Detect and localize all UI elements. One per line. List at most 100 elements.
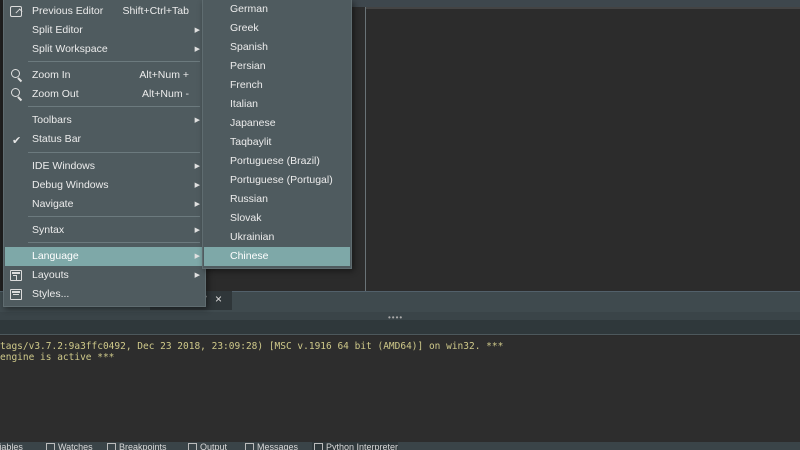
shell-line: engine is active ***: [0, 352, 115, 363]
menu-item-label: Language: [32, 250, 79, 262]
menu-item-label: Debug Windows: [32, 179, 109, 191]
menu-item-zoom-out[interactable]: Zoom Out Alt+Num -: [5, 85, 204, 104]
menu-item-label: IDE Windows: [32, 160, 96, 172]
menu-item-label: Greek: [230, 22, 259, 34]
menu-item-label: Chinese: [230, 250, 269, 262]
menu-item-label: French: [230, 79, 263, 91]
tab-label: Breakpoints: [119, 442, 167, 450]
language-item-portuguese-brazil[interactable]: Portuguese (Brazil): [204, 152, 350, 171]
shell-toolbar: [0, 320, 800, 335]
language-submenu: German Greek Spanish Persian French Ital…: [202, 0, 352, 269]
menu-item-label: Layouts: [32, 269, 69, 281]
menu-item-debug-windows[interactable]: Debug Windows ▶: [5, 176, 204, 195]
tab-python-interpreter[interactable]: Python Interpreter: [312, 442, 399, 450]
language-item-portuguese-portugal[interactable]: Portuguese (Portugal): [204, 171, 350, 190]
menu-item-label: Ukrainian: [230, 231, 275, 243]
language-item-italian[interactable]: Italian: [204, 95, 350, 114]
language-item-french[interactable]: French: [204, 76, 350, 95]
language-item-german[interactable]: German: [204, 0, 350, 19]
editor-area[interactable]: [350, 7, 800, 292]
menu-item-label: Japanese: [230, 117, 276, 129]
output-icon: [188, 443, 197, 450]
menu-item-label: Zoom Out: [32, 88, 79, 100]
previous-editor-icon: [10, 5, 23, 18]
python-shell[interactable]: tags/v3.7.2:9a3ffc0492, Dec 23 2018, 23:…: [0, 336, 800, 442]
menu-item-label: Toolbars: [32, 114, 72, 126]
bottom-tab-bar: Variables Watches Breakpoints Output Mes…: [0, 442, 800, 450]
menu-item-label: Split Editor: [32, 24, 83, 36]
menu-item-navigate[interactable]: Navigate ▶: [5, 195, 204, 214]
tab-messages[interactable]: Messages: [243, 442, 298, 450]
menu-item-label: Persian: [230, 60, 266, 72]
menu-item-label: Zoom In: [32, 69, 71, 81]
menu-item-layouts[interactable]: Layouts ▶: [5, 266, 204, 285]
menu-item-syntax[interactable]: Syntax ▶: [5, 221, 204, 240]
language-item-spanish[interactable]: Spanish: [204, 38, 350, 57]
menu-item-label: German: [230, 3, 268, 15]
menu-item-split-editor[interactable]: Split Editor ▶: [5, 21, 204, 40]
menu-item-shortcut: Shift+Ctrl+Tab: [122, 5, 189, 17]
menu-item-label: Portuguese (Portugal): [230, 174, 333, 186]
menu-item-label: Syntax: [32, 224, 65, 236]
menu-item-label: Status Bar: [32, 133, 82, 145]
menu-item-status-bar[interactable]: ✔ Status Bar: [5, 130, 204, 149]
editor-split-divider[interactable]: [365, 7, 366, 292]
submenu-arrow-icon: ▶: [194, 27, 200, 34]
submenu-arrow-icon: ▶: [194, 227, 200, 234]
submenu-arrow-icon: ▶: [194, 201, 200, 208]
zoom-in-icon: [10, 69, 23, 83]
menu-item-label: Spanish: [230, 41, 268, 53]
tab-breakpoints[interactable]: Breakpoints: [105, 442, 167, 450]
tab-output[interactable]: Output: [186, 442, 227, 450]
tab-label: Python Interpreter: [326, 442, 399, 450]
breakpoints-icon: [107, 443, 116, 450]
tab-label: Watches: [58, 442, 93, 450]
submenu-arrow-icon: ▶: [194, 272, 200, 279]
menu-item-shortcut: Alt+Num -: [142, 88, 189, 100]
language-item-chinese[interactable]: Chinese: [204, 247, 350, 266]
menu-separator: [28, 152, 200, 153]
menu-item-label: Styles...: [32, 288, 70, 300]
menu-item-ide-windows[interactable]: IDE Windows ▶: [5, 157, 204, 176]
menu-item-label: Italian: [230, 98, 259, 110]
submenu-arrow-icon: ▶: [194, 182, 200, 189]
language-item-slovak[interactable]: Slovak: [204, 209, 350, 228]
language-item-japanese[interactable]: Japanese: [204, 114, 350, 133]
submenu-arrow-icon: ▶: [194, 253, 200, 260]
language-item-greek[interactable]: Greek: [204, 19, 350, 38]
menu-item-split-workspace[interactable]: Split Workspace ▶: [5, 40, 204, 59]
tab-watches[interactable]: Watches: [44, 442, 93, 450]
shell-line: tags/v3.7.2:9a3ffc0492, Dec 23 2018, 23:…: [0, 341, 504, 352]
language-item-persian[interactable]: Persian: [204, 57, 350, 76]
styles-icon: [10, 288, 23, 301]
watches-icon: [46, 443, 55, 450]
language-item-russian[interactable]: Russian: [204, 190, 350, 209]
panel-tab-close-icon[interactable]: ×: [215, 292, 222, 306]
menu-item-label: Portuguese (Brazil): [230, 155, 320, 167]
language-item-ukrainian[interactable]: Ukrainian: [204, 228, 350, 247]
menu-separator: [28, 216, 200, 217]
submenu-arrow-icon: ▶: [194, 163, 200, 170]
menu-separator: [28, 106, 200, 107]
tab-label: Output: [200, 442, 228, 450]
tab-label: Variables: [0, 442, 23, 450]
menu-item-zoom-in[interactable]: Zoom In Alt+Num +: [5, 66, 204, 85]
submenu-arrow-icon: ▶: [194, 117, 200, 124]
menu-item-toolbars[interactable]: Toolbars ▶: [5, 111, 204, 130]
messages-icon: [245, 443, 254, 450]
view-menu: Previous Editor Shift+Ctrl+Tab Split Edi…: [3, 0, 206, 307]
menu-item-language[interactable]: Language ▶: [5, 247, 204, 266]
language-item-taqbaylit[interactable]: Taqbaylit: [204, 133, 350, 152]
submenu-arrow-icon: ▶: [194, 46, 200, 53]
checkmark-icon: ✔: [12, 135, 22, 147]
tab-label: Messages: [257, 442, 299, 450]
python-icon: [314, 443, 323, 450]
editor-tab-strip: [366, 7, 800, 9]
menu-item-label: Russian: [230, 193, 268, 205]
menu-item-label: Slovak: [230, 212, 262, 224]
menu-item-shortcut: Alt+Num +: [139, 69, 189, 81]
layouts-icon: [10, 269, 23, 282]
menu-item-styles[interactable]: Styles...: [5, 285, 204, 304]
tab-variables[interactable]: Variables: [0, 442, 23, 450]
menu-item-previous-editor[interactable]: Previous Editor Shift+Ctrl+Tab: [5, 2, 204, 21]
